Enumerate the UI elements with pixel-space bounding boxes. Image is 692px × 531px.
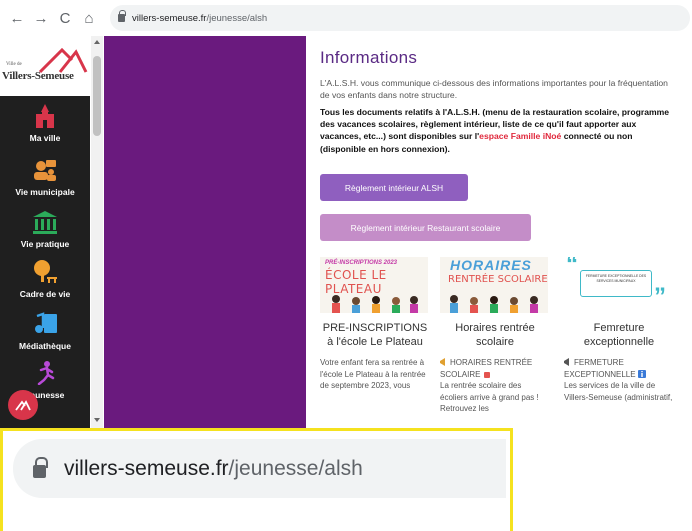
back-button[interactable]: ← xyxy=(6,7,28,29)
sidebar-scrollbar[interactable] xyxy=(91,36,103,428)
url-domain: villers-semeuse.fr xyxy=(132,12,207,24)
sidebar: Ville de Villers-Semeuse Ma ville Vie mu… xyxy=(0,36,90,428)
main-content: Informations L'A.L.S.H. vous communique … xyxy=(320,36,690,428)
page-title: Informations xyxy=(320,48,418,67)
scrollbar-thumb[interactable] xyxy=(93,56,101,136)
card-subtitle-text: FERMETURE EXCEPTIONNELLE xyxy=(564,358,636,379)
logo-small-text: Ville de xyxy=(6,62,22,67)
quote-open-icon: “ xyxy=(566,257,578,278)
card-image[interactable]: PRÉ-INSCRIPTIONS 2023 ÉCOLE LE PLATEAU xyxy=(320,257,428,313)
page: ← → C ⌂ villers-semeuse.fr/jeunesse/alsh… xyxy=(0,0,692,531)
arrow-left-icon: ← xyxy=(9,9,25,27)
intro-text: L'A.L.S.H. vous communique ci-dessous de… xyxy=(320,78,668,100)
hero-banner xyxy=(104,36,306,428)
sidebar-item-label: Ma ville xyxy=(29,133,61,143)
news-card-preinscriptions[interactable]: PRÉ-INSCRIPTIONS 2023 ÉCOLE LE PLATEAU P… xyxy=(320,257,430,392)
sidebar-item-label: Vie pratique xyxy=(20,239,70,249)
card-subtitle: HORAIRES RENTRÉE SCOLAIRE xyxy=(440,357,550,380)
roof-mark-icon xyxy=(15,400,31,411)
sidebar-item-mediatheque[interactable]: Médiathèque xyxy=(0,312,90,351)
children-illustration-icon xyxy=(450,295,538,313)
arrow-right-icon: → xyxy=(33,9,49,27)
runner-icon xyxy=(37,361,55,385)
card-title[interactable]: Femreture exceptionnelle xyxy=(564,322,674,349)
sidebar-item-ma-ville[interactable]: Ma ville xyxy=(0,104,90,143)
church-icon xyxy=(36,104,54,128)
reload-icon: C xyxy=(59,9,71,27)
logo-name: Villers-Semeuse xyxy=(2,70,74,82)
sidebar-item-label: Cadre de vie xyxy=(19,289,71,299)
children-illustration-icon xyxy=(332,295,418,313)
forward-button[interactable]: → xyxy=(30,7,52,29)
quote-close-icon: ” xyxy=(654,283,666,310)
zoomed-address-callout: villers-semeuse.fr/jeunesse/alsh xyxy=(0,428,513,531)
card-image-box-text: FERMETURE EXCEPTIONNELLE DES SERVICES MU… xyxy=(580,270,652,297)
documents-notice: Tous les documents relatifs à l'A.L.S.H.… xyxy=(320,106,675,155)
scroll-down-icon[interactable] xyxy=(94,418,100,422)
news-card-horaires[interactable]: HORAIRES RENTRÉE SCOLAIRE Horaires rentr… xyxy=(440,257,550,415)
sidebar-item-vie-pratique[interactable]: Vie pratique xyxy=(0,210,90,249)
url-path: /jeunesse/alsh xyxy=(206,12,268,24)
sidebar-item-label: Vie municipale xyxy=(15,187,75,197)
url-path: /jeunesse/alsh xyxy=(228,456,363,480)
news-card-fermeture[interactable]: “ FERMETURE EXCEPTIONNELLE DES SERVICES … xyxy=(564,257,674,403)
reglement-restaurant-button[interactable]: Règlement intérieur Restaurant scolaire xyxy=(320,214,531,241)
school-bag-icon xyxy=(483,371,490,378)
card-image[interactable]: HORAIRES RENTRÉE SCOLAIRE xyxy=(440,257,548,313)
tree-bench-icon xyxy=(34,260,57,283)
site-logo[interactable]: Ville de Villers-Semeuse xyxy=(0,36,90,96)
card-description: Les services de la ville de Villers-Seme… xyxy=(564,381,673,402)
card-description: Votre enfant fera sa rentrée à l'école L… xyxy=(320,358,426,390)
card-image-line2: RENTRÉE SCOLAIRE xyxy=(448,274,548,285)
scroll-up-icon[interactable] xyxy=(94,40,100,44)
card-description: La rentrée scolaire des écoliers arrive … xyxy=(440,381,539,413)
reglement-alsh-button[interactable]: Règlement intérieur ALSH xyxy=(320,174,468,201)
card-title[interactable]: PRE-INSCRIPTIONS à l'école Le Plateau xyxy=(320,322,430,349)
home-button[interactable]: ⌂ xyxy=(78,7,100,29)
music-book-icon xyxy=(35,312,57,333)
home-icon: ⌂ xyxy=(84,9,94,27)
address-bar[interactable]: villers-semeuse.fr/jeunesse/alsh xyxy=(110,5,690,31)
megaphone-icon xyxy=(440,358,445,366)
card-title[interactable]: Horaires rentrée scolaire xyxy=(440,322,550,349)
building-icon xyxy=(33,211,57,234)
info-icon xyxy=(637,369,646,378)
card-image-line1: HORAIRES xyxy=(450,257,532,273)
zoomed-address-bar[interactable]: villers-semeuse.fr/jeunesse/alsh xyxy=(13,439,506,498)
lock-icon xyxy=(118,10,126,22)
url-domain: villers-semeuse.fr xyxy=(64,456,229,480)
people-icon xyxy=(34,160,56,181)
megaphone-icon xyxy=(564,358,569,366)
sidebar-item-label: Médiathèque xyxy=(19,341,71,351)
card-image[interactable]: “ FERMETURE EXCEPTIONNELLE DES SERVICES … xyxy=(564,257,672,313)
sidebar-item-cadre-de-vie[interactable]: Cadre de vie xyxy=(0,260,90,299)
inoe-link[interactable]: espace Famille iNoé xyxy=(479,131,561,141)
lock-icon xyxy=(33,456,48,478)
card-subtitle: FERMETURE EXCEPTIONNELLE xyxy=(564,357,674,380)
browser-toolbar: ← → C ⌂ villers-semeuse.fr/jeunesse/alsh xyxy=(0,0,692,36)
sidebar-item-vie-municipale[interactable]: Vie municipale xyxy=(0,158,90,197)
card-image-line1: PRÉ-INSCRIPTIONS 2023 xyxy=(325,260,398,266)
logo-badge[interactable] xyxy=(8,390,38,420)
reload-button[interactable]: C xyxy=(54,7,76,29)
